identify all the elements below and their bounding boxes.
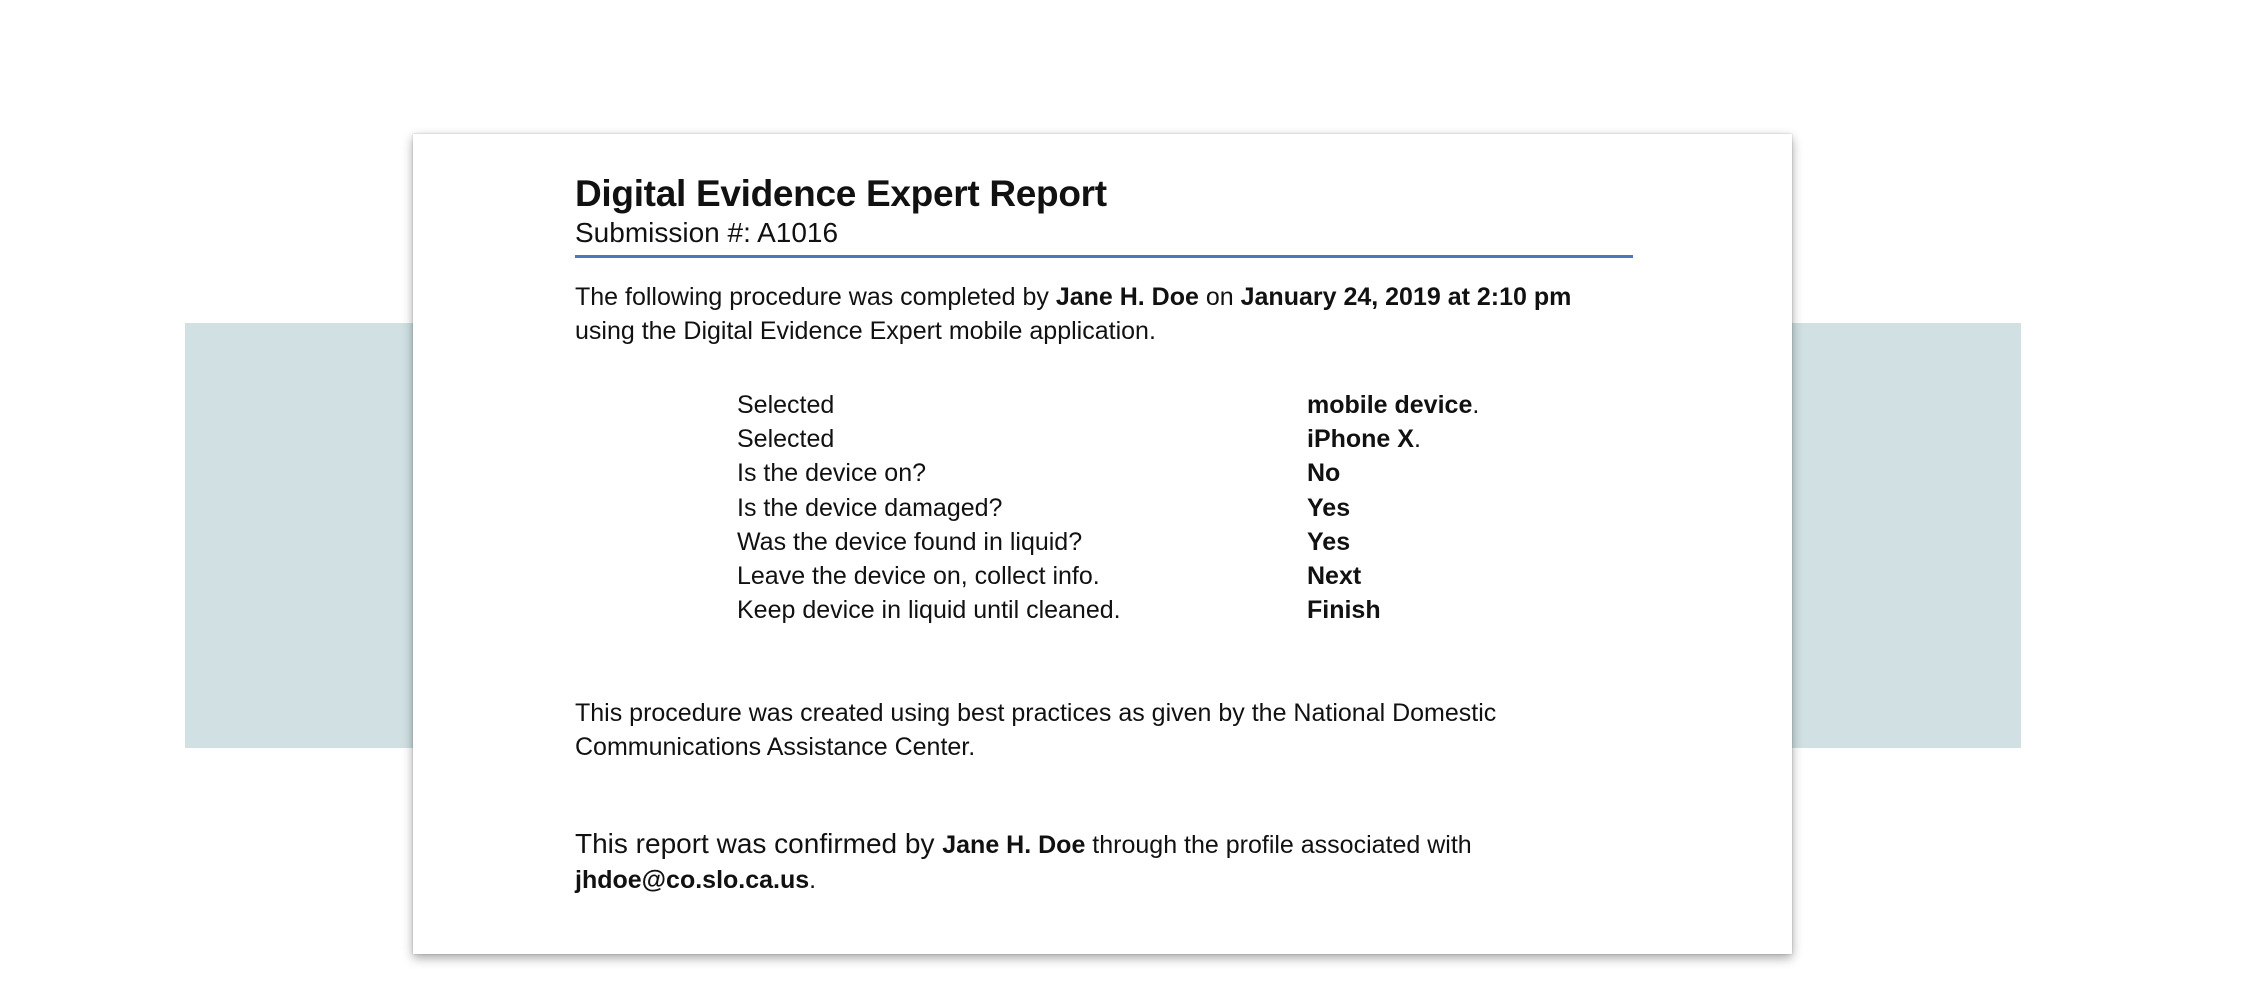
completion-datetime: January 24, 2019 at 2:10 pm xyxy=(1240,283,1572,311)
table-row: Selected mobile device. xyxy=(737,388,1479,422)
table-row: Was the device found in liquid? Yes xyxy=(737,525,1479,559)
title-divider xyxy=(575,255,1633,258)
confirming-examiner: Jane H. Doe xyxy=(942,831,1086,860)
step-answer-cell: No xyxy=(1307,457,1479,491)
intro-text-1: The following procedure was completed by xyxy=(575,283,1056,311)
step-answer: Yes xyxy=(1307,527,1351,556)
step-question: Is the device on? xyxy=(737,459,927,488)
best-practices-note: This procedure was created using best pr… xyxy=(575,699,1497,762)
step-question: Selected xyxy=(737,390,835,419)
step-suffix: . xyxy=(1413,424,1421,453)
step-answer: Finish xyxy=(1307,596,1381,625)
examiner-email: jhdoe@co.slo.ca.us xyxy=(575,866,810,895)
confirmation-paragraph: This report was confirmed by Jane H. Doe… xyxy=(575,826,1645,898)
step-answer: mobile device xyxy=(1307,390,1473,419)
procedure-steps-table: Selected mobile device. Selected iPhone … xyxy=(737,388,1479,628)
step-answer-cell: Yes xyxy=(1307,525,1479,559)
submission-number: Submission #: A1016 xyxy=(575,217,839,248)
table-row: Leave the device on, collect info. Next xyxy=(737,559,1479,593)
report-card: Digital Evidence Expert Report Submissio… xyxy=(413,134,1792,954)
step-answer: iPhone X xyxy=(1307,424,1414,453)
confirmation-text-1: This report was confirmed by xyxy=(575,828,943,860)
step-answer: No xyxy=(1307,459,1341,488)
step-answer: Yes xyxy=(1307,493,1351,522)
step-question: Is the device damaged? xyxy=(737,493,1003,522)
step-answer-cell: Finish xyxy=(1307,594,1479,628)
step-suffix: . xyxy=(1472,390,1480,419)
step-answer-cell: iPhone X. xyxy=(1307,422,1479,456)
examiner-name: Jane H. Doe xyxy=(1055,283,1199,311)
report-content: Digital Evidence Expert Report Submissio… xyxy=(575,172,1645,898)
step-question: Keep device in liquid until cleaned. xyxy=(737,596,1121,625)
table-row: Keep device in liquid until cleaned. Fin… xyxy=(737,594,1479,628)
confirmation-text-3: . xyxy=(809,866,817,895)
step-answer: Next xyxy=(1307,562,1362,591)
step-question: Leave the device on, collect info. xyxy=(737,562,1100,591)
step-answer-cell: Next xyxy=(1307,559,1479,593)
report-title: Digital Evidence Expert Report xyxy=(575,173,1107,214)
intro-text-2: on xyxy=(1198,283,1241,311)
step-question: Selected xyxy=(737,424,835,453)
step-answer-cell: mobile device. xyxy=(1307,388,1479,422)
table-row: Selected iPhone X. xyxy=(737,422,1479,456)
step-question: Was the device found in liquid? xyxy=(737,527,1083,556)
intro-paragraph: The following procedure was completed by… xyxy=(575,280,1645,348)
intro-text-3: using the Digital Evidence Expert mobile… xyxy=(575,317,1156,345)
table-row: Is the device damaged? Yes xyxy=(737,491,1479,525)
step-answer-cell: Yes xyxy=(1307,491,1479,525)
confirmation-text-2: through the profile associated with xyxy=(1085,831,1472,860)
table-row: Is the device on? No xyxy=(737,457,1479,491)
